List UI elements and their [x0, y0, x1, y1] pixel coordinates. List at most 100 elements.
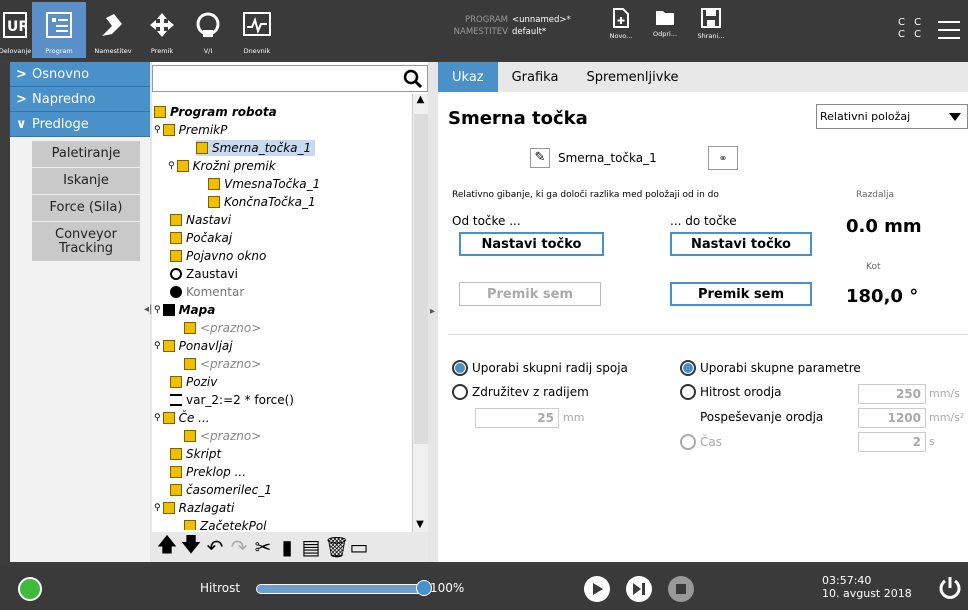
sidebar-item-seek[interactable]: Iskanje: [32, 168, 140, 195]
tool-speed-unit: mm/s: [929, 387, 960, 400]
move-here-to-button[interactable]: Premik sem: [670, 282, 812, 306]
file-info: PROGRAM <unnamed>* NAMESTITEV default*: [453, 15, 571, 37]
blend-radius-radio[interactable]: Združitev z radijem: [452, 384, 589, 400]
tree-node[interactable]: Počakaj: [170, 230, 232, 246]
tree-node[interactable]: <prazno>: [184, 320, 261, 336]
tree-scrollbar[interactable]: ▲ ▼: [412, 94, 428, 532]
new-button[interactable]: Novo...: [604, 8, 638, 56]
shared-params-radio[interactable]: Uporabi skupne parametre: [680, 360, 861, 376]
sidebar-cat-templates[interactable]: ∨ Predloge: [10, 112, 150, 137]
tree-node[interactable]: Komentar: [170, 284, 244, 300]
waypoint-icon: [184, 520, 196, 530]
tool-acc-field[interactable]: 1200: [858, 408, 926, 428]
chevron-right-icon: >: [16, 66, 27, 82]
undo-icon[interactable]: ↶: [204, 535, 226, 559]
move-up-icon[interactable]: 🡅: [156, 530, 178, 564]
robot-power-button[interactable]: [18, 577, 42, 601]
suppress-icon[interactable]: ▭: [348, 535, 370, 559]
save-button[interactable]: Shrani...: [694, 8, 728, 56]
pin-icon: ⚲: [168, 161, 175, 171]
tree-node[interactable]: var_2:=2 * force(): [170, 392, 294, 408]
tree-node[interactable]: Zaustavi: [170, 266, 238, 282]
tree-node[interactable]: ⚲ Razlagati: [154, 500, 234, 516]
tree-node[interactable]: časomerilec_1: [170, 482, 272, 498]
tree-node-root[interactable]: Program robota: [154, 104, 277, 120]
assignment-icon: [170, 394, 182, 406]
sidebar-item-palletizing[interactable]: Paletiranje: [32, 141, 140, 168]
description-text: Relativno gibanje, ki ga določi razlika …: [452, 190, 719, 200]
tab-command[interactable]: Ukaz: [438, 62, 498, 92]
tab-graphics[interactable]: Grafika: [498, 62, 573, 92]
nav-installation[interactable]: Namestitev: [88, 2, 138, 58]
nav-log[interactable]: Dnevnik: [232, 2, 282, 58]
move-here-from-button[interactable]: Premik sem: [459, 282, 601, 306]
tree-node[interactable]: Nastavi: [170, 212, 231, 228]
delete-icon[interactable]: 🗑: [324, 535, 349, 559]
shared-radius-radio[interactable]: Uporabi skupni radij spoja: [452, 360, 628, 376]
program-folder-icon: [154, 106, 166, 118]
speed-value: 100%: [430, 581, 465, 595]
blend-radius-field[interactable]: 25: [475, 408, 559, 428]
comment-icon: [170, 286, 182, 298]
sidebar-item-force[interactable]: Force (Sila): [32, 195, 140, 222]
tree-node[interactable]: ⚲ Ponavljaj: [154, 338, 233, 354]
pin-icon: ⚲: [154, 413, 161, 423]
move-down-icon[interactable]: 🡇: [180, 530, 202, 564]
open-button[interactable]: Odpri...: [648, 8, 682, 56]
nav-move[interactable]: Premik: [140, 2, 184, 58]
tree-node[interactable]: KončnaTočka_1: [208, 194, 316, 210]
tool-speed-radio[interactable]: Hitrost orodja: [680, 384, 782, 400]
sidebar-cat-advanced[interactable]: > Napredno: [10, 87, 150, 112]
tree-node[interactable]: ⚲ Krožni premik: [168, 158, 276, 174]
sidebar-cat-basic[interactable]: > Osnovno: [10, 62, 150, 87]
tree-node[interactable]: Skript: [170, 446, 221, 462]
time-field[interactable]: 2: [858, 432, 926, 452]
play-button[interactable]: [584, 576, 610, 602]
stop-button[interactable]: [668, 576, 694, 602]
tree-search-box[interactable]: [152, 65, 428, 92]
sidebar-item-conveyor[interactable]: Conveyor Tracking: [32, 222, 140, 262]
tree-node[interactable]: <prazno>: [184, 428, 261, 444]
waypoint-type-select[interactable]: Relativni položaj: [816, 104, 968, 129]
set-to-point-button[interactable]: Nastavi točko: [670, 232, 812, 256]
link-icon[interactable]: ⚭: [708, 146, 738, 170]
nav-program[interactable]: Program: [32, 2, 86, 58]
scroll-up-icon[interactable]: ▲: [413, 94, 428, 105]
tab-variables[interactable]: Spremenljivke: [572, 62, 692, 92]
menu-icon[interactable]: [938, 21, 960, 39]
set-from-point-button[interactable]: Nastavi točko: [459, 232, 604, 256]
scroll-down-icon[interactable]: ▼: [413, 519, 427, 530]
tree-node[interactable]: ⚲ Mapa: [154, 302, 215, 318]
halt-icon: [170, 268, 182, 280]
step-button[interactable]: [626, 576, 652, 602]
time-radio[interactable]: Čas: [680, 434, 722, 450]
tree-node-selected[interactable]: Smerna_točka_1: [196, 140, 316, 156]
speed-slider[interactable]: [256, 584, 424, 594]
tree-node[interactable]: Pojavno okno: [170, 248, 266, 264]
program-tree-panel: Program robota ⚲ PremikP Smerna_točka_1 ⚲…: [152, 62, 428, 562]
redo-icon[interactable]: ↷: [228, 535, 250, 559]
nav-run[interactable]: UR Delovanje: [0, 2, 31, 58]
tree-node[interactable]: Poziv: [170, 374, 217, 390]
tool-speed-field[interactable]: 250: [858, 384, 926, 404]
search-icon[interactable]: [401, 67, 425, 91]
tree-node[interactable]: ⚲ Če ...: [154, 410, 210, 426]
tree-node[interactable]: Preklop ...: [170, 464, 246, 480]
scroll-thumb[interactable]: [414, 114, 428, 444]
tree-node[interactable]: VmesnaTočka_1: [208, 176, 320, 192]
edit-pencil-icon[interactable]: ✎: [530, 147, 550, 168]
paste-icon[interactable]: ▤: [300, 535, 322, 559]
move-p-icon: [162, 124, 175, 136]
cut-icon[interactable]: ✂: [252, 535, 274, 559]
hourglass-icon: [170, 232, 182, 244]
tree-node[interactable]: ⚲ PremikP: [154, 122, 227, 138]
tool-acc-unit: mm/s²: [929, 411, 965, 424]
waypoint-name: ✎ Smerna_točka_1: [530, 144, 666, 171]
copy-icon[interactable]: ▮: [276, 535, 298, 559]
circle-move-icon: [176, 160, 189, 172]
nav-io[interactable]: V/I: [186, 2, 230, 58]
collapse-right-icon[interactable]: ▸: [430, 306, 435, 317]
tree-node[interactable]: <prazno>: [184, 356, 261, 372]
tree-node[interactable]: ZačetekPol: [184, 518, 267, 530]
power-icon[interactable]: [938, 576, 962, 600]
